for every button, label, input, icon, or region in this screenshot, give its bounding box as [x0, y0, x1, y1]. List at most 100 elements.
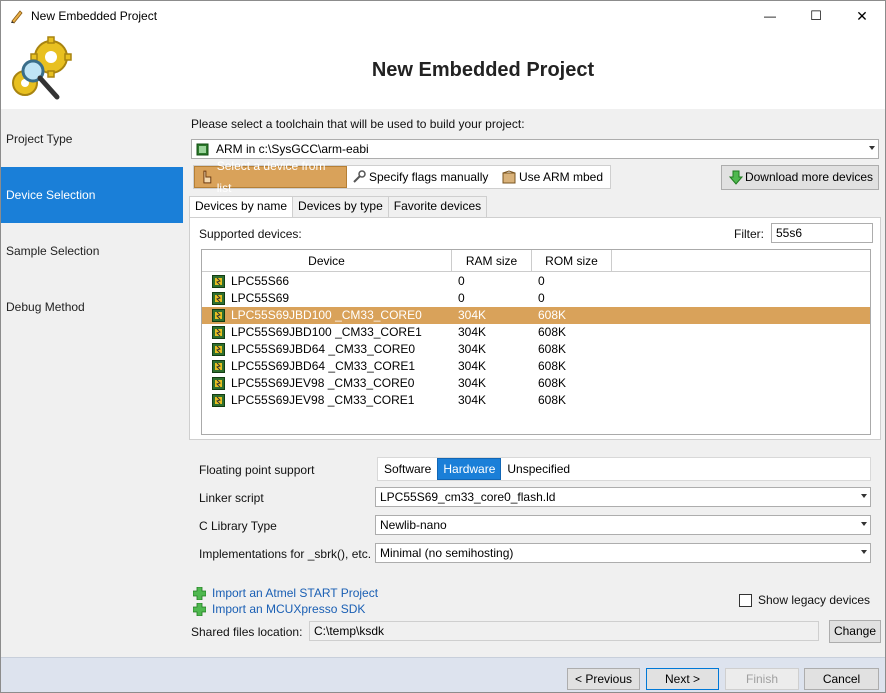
shared-files-label: Shared files location:: [191, 625, 303, 639]
filter-input[interactable]: [771, 223, 873, 243]
fp-support-selector: Software Hardware Unspecified: [377, 457, 871, 481]
cell-device: LPC55S69JBD100 _CM33_CORE0: [231, 308, 422, 322]
mode-use-arm-mbed[interactable]: Use ARM mbed: [497, 166, 609, 188]
wrench-icon: [353, 170, 366, 183]
sidebar-item-device-selection[interactable]: Device Selection: [1, 167, 183, 223]
chevron-down-icon: [869, 146, 875, 150]
column-filler: [612, 250, 870, 272]
mode-use-arm-mbed-label: Use ARM mbed: [519, 170, 604, 184]
column-rom-size[interactable]: ROM size: [532, 250, 612, 272]
device-chip-icon: [212, 309, 225, 322]
sbrk-select[interactable]: Minimal (no semihosting): [375, 543, 871, 563]
cell-rom-size: 608K: [538, 393, 567, 407]
cell-device: LPC55S69JBD64 _CM33_CORE0: [231, 342, 416, 356]
clib-type-label: C Library Type: [199, 519, 277, 533]
maximize-button[interactable]: ☐: [793, 1, 839, 31]
column-ram-size[interactable]: RAM size: [452, 250, 532, 272]
cell-ram-size: 304K: [458, 325, 487, 339]
window-title: New Embedded Project: [31, 9, 158, 23]
device-chip-icon: [212, 292, 225, 305]
toolchain-value: ARM in c:\SysGCC\arm-eabi: [216, 142, 369, 156]
show-legacy-devices-checkbox[interactable]: [739, 594, 752, 607]
cell-ram-size: 0: [458, 291, 465, 305]
device-tabs: Devices by name Devices by type Favorite…: [189, 196, 488, 218]
page-title: New Embedded Project: [371, 59, 595, 81]
wizard-sidebar: Project Type Device Selection Sample Sel…: [1, 109, 183, 657]
linker-script-select[interactable]: LPC55S69_cm33_core0_flash.ld: [375, 487, 871, 507]
table-row[interactable]: LPC55S69 0 0: [202, 290, 870, 307]
minimize-button[interactable]: —: [747, 1, 793, 31]
wizard-footer: < Previous Next > Finish Cancel: [1, 657, 885, 692]
sidebar-item-sample-selection[interactable]: Sample Selection: [1, 223, 183, 279]
sbrk-label: Implementations for _sbrk(), etc.: [199, 547, 372, 561]
device-chip-icon: [212, 360, 225, 373]
tab-devices-by-name[interactable]: Devices by name: [189, 196, 294, 218]
maximize-icon: ☐: [810, 8, 822, 23]
show-legacy-devices-label: Show legacy devices: [758, 593, 871, 607]
plus-icon: [193, 587, 206, 600]
table-row[interactable]: LPC55S66 0 0: [202, 273, 870, 290]
download-more-devices-button[interactable]: Download more devices: [721, 165, 879, 190]
import-atmel-start-link[interactable]: Import an Atmel START Project: [212, 586, 378, 600]
cell-rom-size: 608K: [538, 308, 567, 322]
table-row[interactable]: LPC55S69JBD64 _CM33_CORE0 304K 608K: [202, 341, 870, 358]
devices-grid[interactable]: Device RAM size ROM size LPC55S66 0 0 LPC55…: [201, 249, 871, 435]
cell-ram-size: 304K: [458, 342, 487, 356]
download-arrow-icon: [729, 170, 743, 185]
cell-ram-size: 304K: [458, 376, 487, 390]
tab-devices-by-type[interactable]: Devices by type: [292, 196, 389, 217]
device-chip-icon: [212, 343, 225, 356]
change-button[interactable]: Change: [829, 620, 881, 643]
cell-device: LPC55S69JEV98 _CM33_CORE1: [231, 393, 415, 407]
wizard-header: New Embedded Project: [1, 31, 885, 109]
cell-device: LPC55S69JBD64 _CM33_CORE1: [231, 359, 416, 373]
toolchain-chip-icon: [196, 143, 209, 156]
cell-ram-size: 304K: [458, 308, 487, 322]
previous-button[interactable]: < Previous: [567, 668, 640, 690]
app-pencil-icon: [11, 10, 23, 24]
toolchain-prompt: Please select a toolchain that will be u…: [191, 117, 525, 131]
cell-rom-size: 608K: [538, 325, 567, 339]
linker-script-label: Linker script: [199, 491, 264, 505]
supported-devices-label: Supported devices:: [199, 227, 302, 241]
column-device[interactable]: Device: [202, 250, 452, 272]
sbrk-value: Minimal (no semihosting): [380, 546, 514, 560]
sidebar-item-project-type[interactable]: Project Type: [1, 111, 183, 167]
table-row[interactable]: LPC55S69JBD100 _CM33_CORE0 304K 608K: [202, 307, 870, 324]
grid-header: Device RAM size ROM size: [202, 250, 870, 272]
next-button[interactable]: Next >: [646, 668, 719, 690]
table-row[interactable]: LPC55S69JEV98 _CM33_CORE0 304K 608K: [202, 375, 870, 392]
import-mcuxpresso-sdk-link[interactable]: Import an MCUXpresso SDK: [212, 602, 365, 616]
mode-specify-flags[interactable]: Specify flags manually: [347, 166, 497, 188]
minimize-icon: —: [764, 9, 776, 23]
tab-favorite-devices[interactable]: Favorite devices: [387, 196, 488, 217]
cancel-button[interactable]: Cancel: [804, 668, 879, 690]
cell-ram-size: 304K: [458, 393, 487, 407]
fp-support-label: Floating point support: [199, 463, 315, 477]
mode-select-from-list[interactable]: Select a device from list: [194, 159, 347, 195]
table-row[interactable]: LPC55S69JBD100 _CM33_CORE1 304K 608K: [202, 324, 870, 341]
device-chip-icon: [212, 275, 225, 288]
table-row[interactable]: LPC55S69JBD64 _CM33_CORE1 304K 608K: [202, 358, 870, 375]
device-chip-icon: [212, 394, 225, 407]
finish-button[interactable]: Finish: [725, 668, 799, 690]
cell-device: LPC55S69JBD100 _CM33_CORE1: [231, 325, 422, 339]
table-row[interactable]: LPC55S69JEV98 _CM33_CORE1 304K 608K: [202, 392, 870, 409]
fp-option-software[interactable]: Software: [378, 458, 437, 480]
shared-files-input[interactable]: [309, 621, 819, 641]
sidebar-item-debug-method[interactable]: Debug Method: [1, 279, 183, 335]
chevron-down-icon: [861, 550, 867, 554]
cell-rom-size: 608K: [538, 342, 567, 356]
cell-device: LPC55S69: [231, 291, 290, 305]
chevron-down-icon: [861, 494, 867, 498]
mode-specify-flags-label: Specify flags manually: [369, 170, 489, 184]
cell-rom-size: 0: [538, 274, 545, 288]
cell-ram-size: 0: [458, 274, 465, 288]
clib-type-select[interactable]: Newlib-nano: [375, 515, 871, 535]
fp-option-unspecified[interactable]: Unspecified: [501, 458, 576, 480]
close-button[interactable]: ✕: [839, 1, 885, 31]
title-bar[interactable]: New Embedded Project — ☐ ✕: [1, 1, 885, 31]
cell-rom-size: 608K: [538, 359, 567, 373]
mbed-box-icon: [502, 170, 516, 184]
fp-option-hardware[interactable]: Hardware: [437, 458, 502, 480]
